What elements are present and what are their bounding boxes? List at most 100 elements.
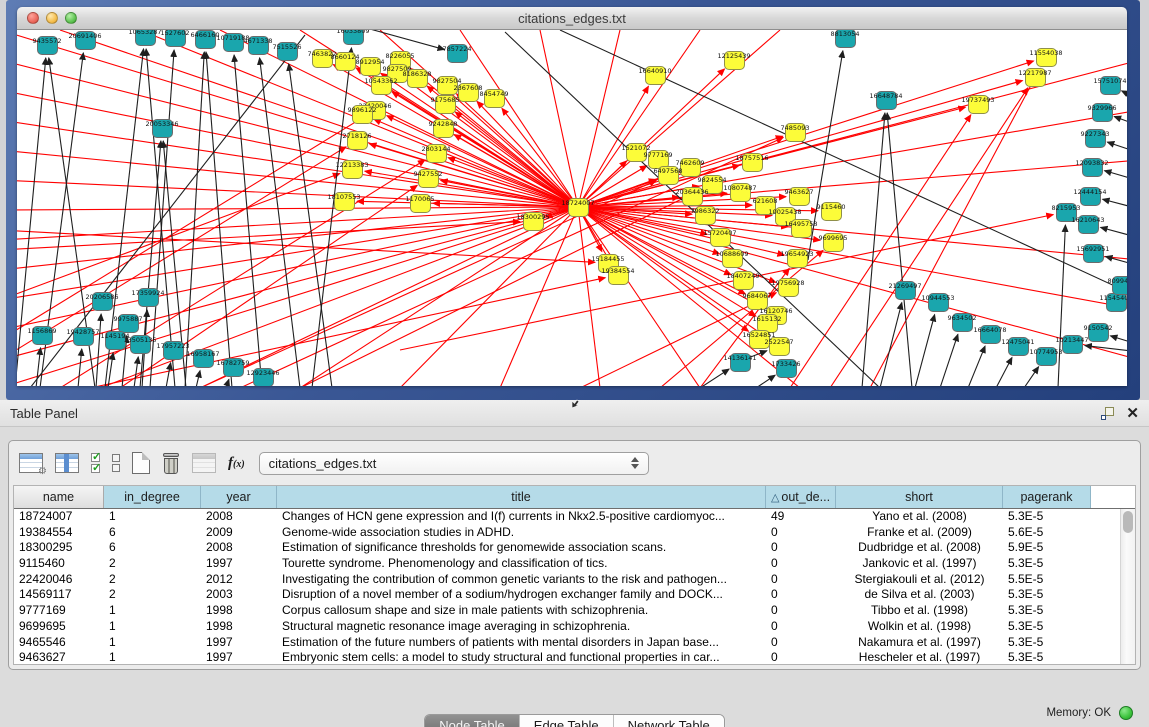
table-cell-name[interactable]: 9699695	[14, 619, 104, 635]
graph-node[interactable]: 12125439	[724, 51, 745, 70]
table-cell-out_de[interactable]: 0	[766, 603, 836, 619]
network-canvas[interactable]: 9435572206914061065328715276026466160107…	[17, 30, 1127, 386]
graph-node[interactable]: 15751074	[1100, 76, 1121, 95]
table-cell-year[interactable]: 1997	[201, 635, 277, 651]
graph-node[interactable]: 1527602	[165, 30, 186, 47]
table-cell-short[interactable]: Jankovic et al. (1997)	[836, 556, 1003, 572]
new-table-button[interactable]	[132, 452, 150, 474]
graph-node[interactable]: 17957223	[163, 341, 184, 360]
table-cell-in_degree[interactable]: 1	[104, 603, 201, 619]
graph-node[interactable]: 18757516	[742, 153, 763, 172]
graph-node[interactable]: 8660124	[335, 52, 356, 71]
column-header-in_degree[interactable]: in_degree	[104, 486, 201, 508]
graph-node[interactable]: 13505135	[130, 335, 151, 354]
network-table-select[interactable]: citations_edges.txt	[259, 452, 649, 475]
graph-node[interactable]: 10543362	[371, 76, 392, 95]
table-cell-year[interactable]: 2003	[201, 587, 277, 603]
table-cell-year[interactable]: 1997	[201, 556, 277, 572]
table-cell-name[interactable]: 18724007	[14, 509, 104, 525]
graph-node[interactable]: 8186328	[407, 69, 428, 88]
table-cell-out_de[interactable]: 0	[766, 619, 836, 635]
table-cell-in_degree[interactable]: 1	[104, 650, 201, 664]
graph-node[interactable]: 10688609	[722, 249, 743, 268]
column-header-pagerank[interactable]: pagerank	[1003, 486, 1091, 508]
table-cell-pagerank[interactable]: 5.6E-5	[1003, 525, 1091, 541]
graph-node[interactable]: 7485093	[785, 123, 806, 142]
graph-node[interactable]: 19654923	[787, 249, 808, 268]
table-cell-pagerank[interactable]: 5.3E-5	[1003, 635, 1091, 651]
table-cell-title[interactable]: Genome-wide association studies in ADHD.	[277, 525, 766, 541]
graph-node[interactable]: 1145194	[105, 331, 126, 350]
graph-node[interactable]: 6497568	[658, 166, 679, 185]
graph-node[interactable]: 2522547	[769, 337, 790, 356]
graph-node[interactable]: 4671338	[248, 36, 269, 55]
graph-node[interactable]: 19428757	[73, 327, 94, 346]
table-row[interactable]: 1938455462009Genome-wide association stu…	[14, 525, 1120, 541]
graph-node[interactable]: 12213383	[342, 160, 363, 179]
graph-node[interactable]: 9975887	[118, 314, 139, 333]
table-cell-short[interactable]: Hescheler et al. (1997)	[836, 650, 1003, 664]
graph-node[interactable]: 7515526	[277, 42, 298, 61]
table-cell-name[interactable]: 14569117	[14, 587, 104, 603]
table-cell-pagerank[interactable]: 5.3E-5	[1003, 619, 1091, 635]
table-cell-pagerank[interactable]: 5.3E-5	[1003, 509, 1091, 525]
graph-node[interactable]: 6466160	[195, 30, 216, 49]
graph-node[interactable]: 8912954	[360, 57, 381, 76]
table-cell-in_degree[interactable]: 1	[104, 619, 201, 635]
window-titlebar[interactable]: citations_edges.txt	[17, 7, 1127, 30]
table-cell-year[interactable]: 2008	[201, 540, 277, 556]
float-panel-icon[interactable]	[1101, 407, 1114, 420]
graph-node[interactable]: 19737493	[968, 95, 989, 114]
table-cell-title[interactable]: Embryonic stem cells: a model to study s…	[277, 650, 766, 664]
table-row[interactable]: 1830029562008Estimation of significance …	[14, 540, 1120, 556]
graph-node[interactable]: 16495758	[791, 219, 812, 238]
table-cell-short[interactable]: Wolkin et al. (1998)	[836, 619, 1003, 635]
table-cell-title[interactable]: Corpus callosum shape and size in male p…	[277, 603, 766, 619]
graph-node[interactable]: 9115460	[821, 202, 842, 221]
delete-button[interactable]	[162, 452, 180, 474]
table-cell-short[interactable]: Franke et al. (2009)	[836, 525, 1003, 541]
graph-node[interactable]: 1156869	[32, 326, 53, 345]
table-cell-year[interactable]: 2008	[201, 509, 277, 525]
graph-node[interactable]: 9227343	[1085, 129, 1106, 148]
table-cell-title[interactable]: Estimation of significance thresholds fo…	[277, 540, 766, 556]
graph-node[interactable]: 16648784	[876, 91, 897, 110]
table-cell-in_degree[interactable]: 1	[104, 509, 201, 525]
graph-node[interactable]: 10944553	[928, 293, 949, 312]
table-settings-button[interactable]: ⚙	[19, 453, 43, 473]
graph-node[interactable]: 8099471	[1112, 276, 1128, 295]
table-cell-year[interactable]: 1998	[201, 603, 277, 619]
table-cell-in_degree[interactable]: 2	[104, 556, 201, 572]
table-cell-year[interactable]: 1997	[201, 650, 277, 664]
table-cell-out_de[interactable]: 0	[766, 572, 836, 588]
table-cell-pagerank[interactable]: 5.3E-5	[1003, 650, 1091, 664]
table-cell-pagerank[interactable]: 5.9E-5	[1003, 540, 1091, 556]
graph-node[interactable]: 9463627	[789, 187, 810, 206]
graph-node[interactable]: 21269497	[895, 281, 916, 300]
graph-node[interactable]: 1733426	[776, 359, 797, 378]
table-cell-in_degree[interactable]: 6	[104, 525, 201, 541]
graph-node[interactable]: 9150542	[1088, 323, 1109, 342]
column-header-year[interactable]: year	[201, 486, 277, 508]
graph-node[interactable]: 17359924	[138, 288, 159, 307]
table-cell-short[interactable]: Stergiakouli et al. (2012)	[836, 572, 1003, 588]
graph-node[interactable]: 20206586	[92, 292, 113, 311]
table-cell-in_degree[interactable]: 2	[104, 587, 201, 603]
graph-node[interactable]: 10653287	[135, 30, 156, 46]
graph-node[interactable]: 16782759	[223, 358, 244, 377]
table-cell-out_de[interactable]: 0	[766, 587, 836, 603]
graph-node[interactable]: 9242848	[433, 119, 454, 138]
table-cell-pagerank[interactable]: 5.3E-5	[1003, 603, 1091, 619]
graph-node[interactable]: 15692951	[1083, 244, 1104, 263]
graph-node[interactable]: 9699695	[823, 233, 844, 252]
table-cell-in_degree[interactable]: 1	[104, 635, 201, 651]
table-cell-title[interactable]: Changes of HCN gene expression and I(f) …	[277, 509, 766, 525]
select-all-button[interactable]	[91, 453, 100, 473]
graph-node[interactable]: 16033809	[343, 30, 364, 45]
vertical-scrollbar[interactable]	[1120, 509, 1135, 664]
graph-node[interactable]: 16210643	[1078, 215, 1099, 234]
table-row[interactable]: 969969511998Structural magnetic resonanc…	[14, 619, 1120, 635]
table-cell-out_de[interactable]: 0	[766, 650, 836, 664]
table-row[interactable]: 946554611997Estimation of the future num…	[14, 635, 1120, 651]
function-builder-button[interactable]: f(x)	[228, 455, 245, 472]
